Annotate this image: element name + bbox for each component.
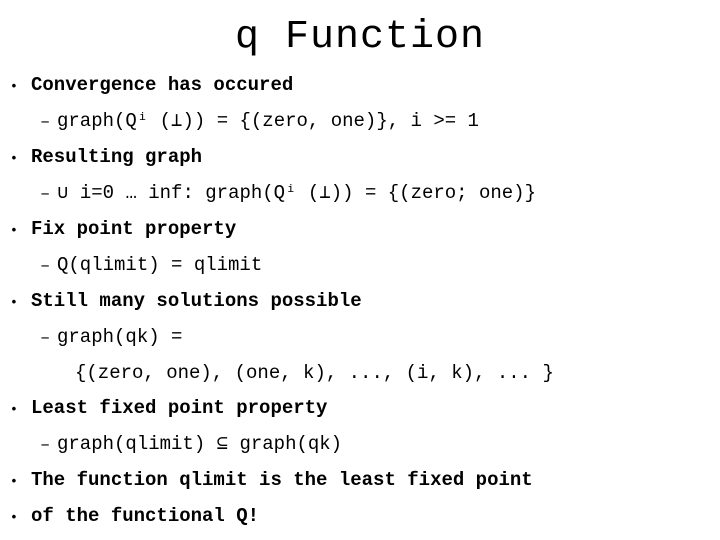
bullet-item: • Still many solutions possible: [0, 284, 720, 320]
dash-marker-icon: –: [40, 185, 51, 204]
bullet-text: {(zero, one), (one, k), ..., (i, k), ...…: [75, 362, 554, 384]
bullet-text: Convergence has occured: [31, 74, 294, 96]
bullet-text: graph(qlimit) ⊆ graph(qk): [57, 433, 343, 455]
sub-bullet-item: – graph(qk) =: [0, 320, 720, 356]
bullet-marker-icon: •: [10, 474, 18, 489]
bullet-marker-icon: •: [10, 151, 18, 166]
bullet-text: Fix point property: [31, 218, 237, 240]
bullet-text: of the functional Q!: [31, 505, 260, 527]
bullet-text: Q(qlimit) = qlimit: [57, 254, 263, 276]
bullet-item: • of the functional Q!: [0, 499, 720, 535]
bullet-text: The function qlimit is the least fixed p…: [31, 469, 533, 491]
bullet-text: ∪ i=0 … inf: graph(Qⁱ (⊥)) = {(zero; one…: [57, 182, 536, 204]
bullet-list: • Convergence has occured – graph(Qⁱ (⊥)) =…: [0, 68, 720, 535]
dash-marker-icon: –: [40, 329, 51, 348]
bullet-marker-icon: •: [10, 295, 18, 310]
sub-bullet-continuation: {(zero, one), (one, k), ..., (i, k), ...…: [0, 356, 720, 391]
bullet-text: Still many solutions possible: [31, 290, 362, 312]
bullet-item: • Convergence has occured: [0, 68, 720, 104]
bullet-marker-icon: •: [10, 402, 18, 417]
bullet-text: graph(qk) =: [57, 326, 183, 348]
sub-bullet-item: – Q(qlimit) = qlimit: [0, 248, 720, 284]
bullet-text: Resulting graph: [31, 146, 203, 168]
bullet-marker-icon: •: [10, 79, 18, 94]
slide: q Function • Convergence has occured – grap…: [0, 0, 720, 540]
sub-bullet-item: – graph(qlimit) ⊆ graph(qk): [0, 427, 720, 463]
bullet-marker-icon: •: [10, 223, 18, 238]
dash-marker-icon: –: [40, 257, 51, 276]
bullet-item: • Resulting graph: [0, 140, 720, 176]
bullet-text: graph(Qⁱ (⊥)) = {(zero, one)}, i >= 1: [57, 110, 479, 132]
sub-bullet-item: – ∪ i=0 … inf: graph(Qⁱ (⊥)) = {(zero; on…: [0, 176, 720, 212]
dash-marker-icon: –: [40, 436, 51, 455]
bullet-item: • The function qlimit is the least fixed …: [0, 463, 720, 499]
page-title: q Function: [234, 15, 486, 60]
bullet-item: • Least fixed point property: [0, 391, 720, 427]
dash-marker-icon: –: [40, 113, 51, 132]
bullet-text: Least fixed point property: [31, 397, 328, 419]
bullet-item: • Fix point property: [0, 212, 720, 248]
bullet-marker-icon: •: [10, 510, 18, 525]
sub-bullet-item: – graph(Qⁱ (⊥)) = {(zero, one)}, i >= 1: [0, 104, 720, 140]
